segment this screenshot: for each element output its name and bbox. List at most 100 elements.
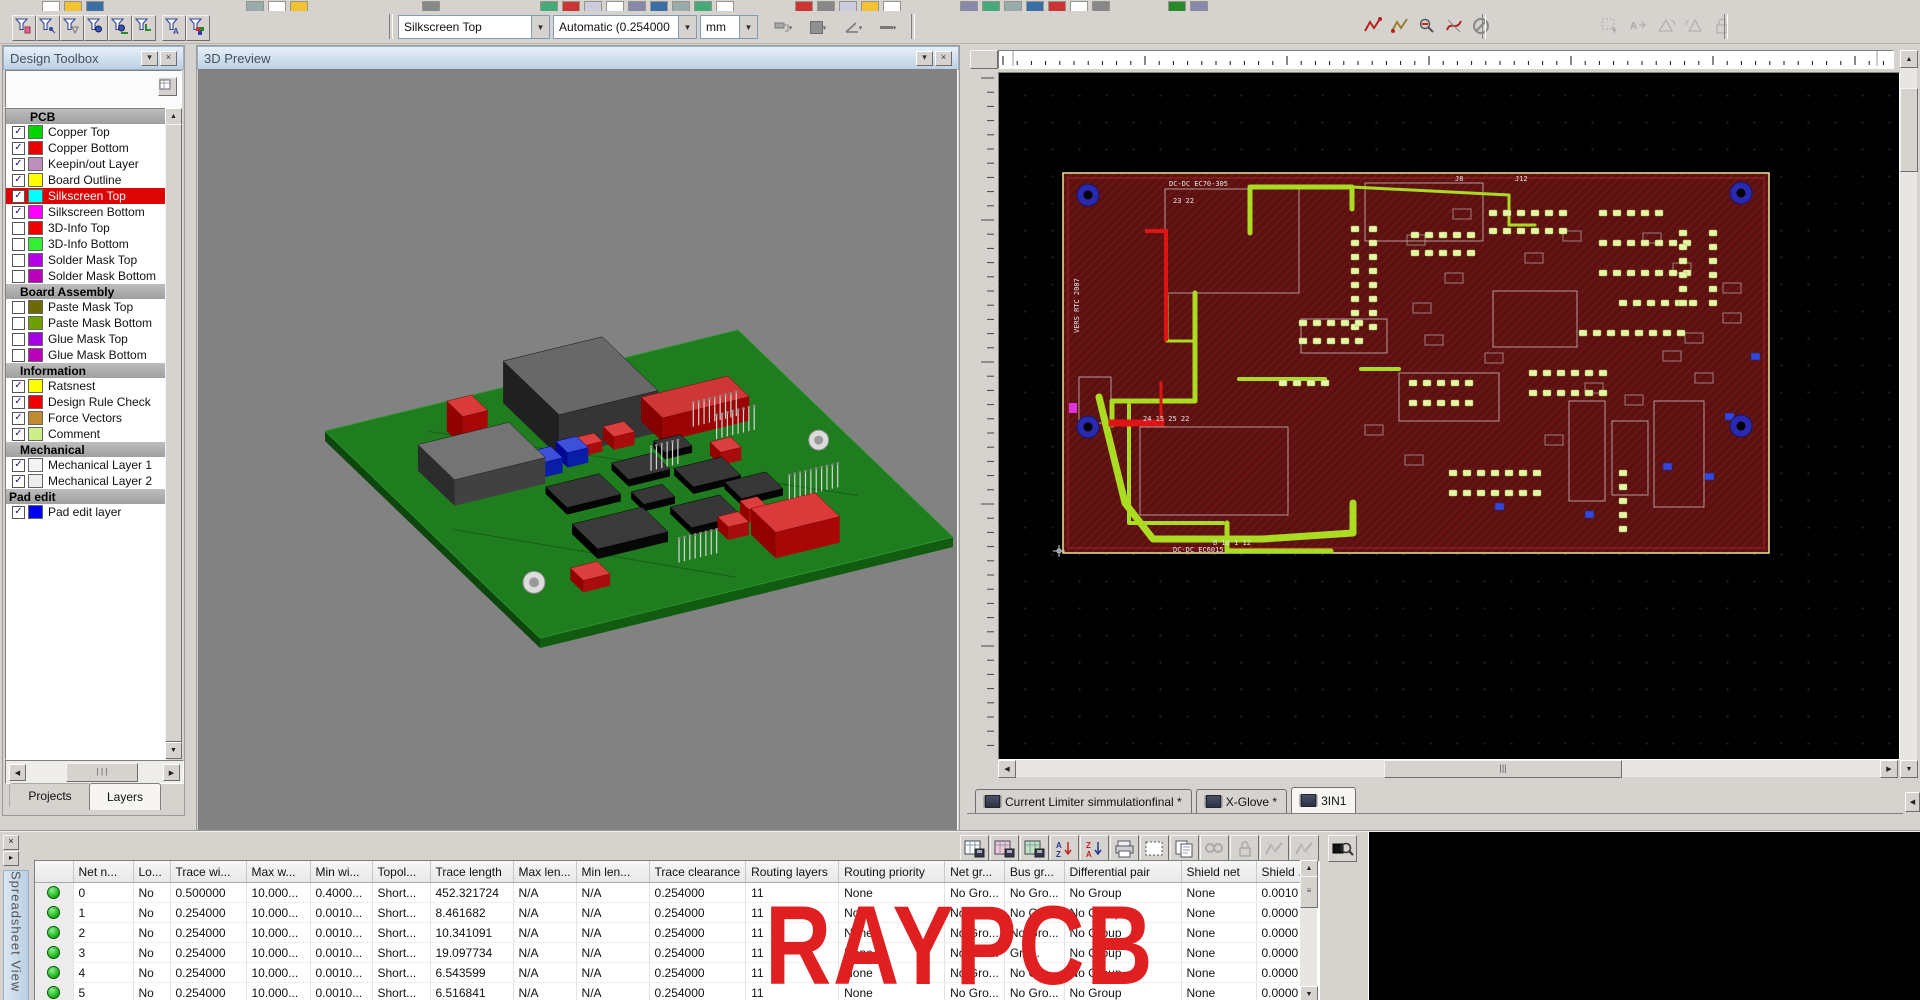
toolbar-icon-stub[interactable]	[817, 1, 835, 11]
table-cell[interactable]: 0.254000	[649, 883, 746, 903]
route-disable-icon[interactable]	[1468, 13, 1494, 39]
table-cell[interactable]: 11	[746, 963, 839, 983]
table-cell[interactable]: No	[133, 883, 170, 903]
tab-scroll-left-icon[interactable]: ◀	[1905, 792, 1920, 812]
toolbar-icon-stub[interactable]	[716, 1, 734, 11]
scroll-up-icon[interactable]: ▲	[1300, 860, 1318, 877]
select-region-button[interactable]	[1140, 835, 1169, 862]
table-row[interactable]: 4No0.25400010.000...0.0010...Short...6.5…	[35, 963, 1311, 983]
hscroll-thumb[interactable]: |||	[1384, 760, 1622, 778]
table-cell[interactable]: 0.254000	[170, 903, 246, 923]
table-column-header[interactable]: Bus gr...	[1004, 861, 1064, 883]
table-cell[interactable]: Short...	[372, 923, 430, 943]
toolbar-icon-stub[interactable]	[1048, 1, 1066, 11]
table-cell[interactable]: No Group	[1064, 923, 1181, 943]
table-cell[interactable]: 0.254000	[170, 943, 246, 963]
layer-row[interactable]: ✓Copper Bottom	[6, 140, 166, 156]
layer-visibility-checkbox[interactable]: ✓	[12, 396, 25, 409]
table-cell[interactable]: No Group	[1064, 963, 1181, 983]
table-cell[interactable]: Short...	[372, 883, 430, 903]
table-cell[interactable]: 0.0010...	[310, 903, 372, 923]
table-cell[interactable]: 11	[746, 923, 839, 943]
toolbar-icon-stub[interactable]	[982, 1, 1000, 11]
table-column-header[interactable]: Lo...	[133, 861, 170, 883]
table-cell[interactable]: No Gro...	[1004, 983, 1064, 1000]
chevron-down-icon[interactable]: ▼	[739, 16, 757, 38]
select-region-icon[interactable]	[1596, 13, 1623, 39]
lock-button[interactable]	[1230, 835, 1259, 862]
toolbar-icon-stub[interactable]	[1004, 1, 1022, 11]
layer-visibility-checkbox[interactable]	[12, 270, 25, 283]
toolbar-icon-stub[interactable]	[628, 1, 646, 11]
filter-button-2[interactable]	[36, 15, 60, 41]
vscroll-thumb[interactable]	[165, 124, 182, 742]
table-cell[interactable]: No Gro...	[945, 883, 1005, 903]
table-cell[interactable]: N/A	[576, 883, 649, 903]
table-cell[interactable]: 0.254000	[649, 923, 746, 943]
layer-visibility-checkbox[interactable]: ✓	[12, 126, 25, 139]
table-cell[interactable]: No	[133, 963, 170, 983]
table-cell[interactable]: 0.254000	[649, 963, 746, 983]
toolbar-icon-stub[interactable]	[64, 1, 82, 11]
layer-row[interactable]: Solder Mask Top	[6, 252, 166, 268]
scroll-up-icon[interactable]: ▲	[165, 108, 182, 125]
toolbar-icon-stub[interactable]	[290, 1, 308, 11]
table-cell[interactable]: Short...	[372, 983, 430, 1000]
table-cell[interactable]: N/A	[576, 983, 649, 1000]
table-cell[interactable]: 11	[746, 903, 839, 923]
layer-visibility-checkbox[interactable]: ✓	[12, 142, 25, 155]
layer-visibility-checkbox[interactable]: ✓	[12, 506, 25, 519]
route-tear-icon[interactable]	[1441, 13, 1467, 39]
nets-table[interactable]: Net n...Lo...Trace wi...Max w...Min wi..…	[35, 861, 1311, 1000]
table-row[interactable]: 5No0.25400010.000...0.0010...Short...6.5…	[35, 983, 1311, 1000]
table-cell[interactable]: No	[133, 983, 170, 1000]
auto-route-icon[interactable]	[1360, 13, 1386, 39]
table-column-header[interactable]: Max len...	[513, 861, 576, 883]
layer-row[interactable]: Glue Mask Top	[6, 331, 166, 347]
table-cell[interactable]: 0.254000	[170, 983, 246, 1000]
editor-vscrollbar[interactable]: ▲ ▼	[1900, 50, 1917, 777]
rotate-cw-icon[interactable]	[1652, 13, 1679, 39]
table-column-header[interactable]: Trace length	[430, 861, 513, 883]
layer-visibility-checkbox[interactable]	[12, 238, 25, 251]
sheet-tab-3[interactable]: 3IN1	[1291, 787, 1356, 813]
layer-visibility-checkbox[interactable]	[12, 222, 25, 235]
table-cell[interactable]: 0.254000	[649, 903, 746, 923]
table-cell[interactable]: No Group	[1064, 903, 1181, 923]
layer-row[interactable]: ✓Board Outline	[6, 172, 166, 188]
table-cell[interactable]: No Gro...	[945, 943, 1005, 963]
table-cell[interactable]: No Gro...	[1004, 963, 1064, 983]
table-cell[interactable]: 0.500000	[170, 883, 246, 903]
layer-row[interactable]: ✓Pad edit layer	[6, 504, 166, 520]
toolbar-icon-stub[interactable]	[246, 1, 264, 11]
layer-visibility-checkbox[interactable]: ✓	[12, 206, 25, 219]
toolbox-options-button[interactable]	[158, 77, 177, 96]
layer-visibility-checkbox[interactable]: ✓	[12, 459, 25, 472]
table-cell[interactable]: None	[1181, 943, 1256, 963]
layer-row[interactable]: 3D-Info Top	[6, 220, 166, 236]
layer-visibility-checkbox[interactable]: ✓	[12, 380, 25, 393]
vscroll-thumb[interactable]: ≡	[1300, 876, 1318, 908]
toolbox-tab-layers[interactable]: Layers	[89, 783, 161, 810]
table-cell[interactable]: No	[133, 943, 170, 963]
table-cell[interactable]: 10.000...	[246, 923, 310, 943]
route-inspect-icon[interactable]	[1414, 13, 1440, 39]
table-row[interactable]: 3No0.25400010.000...0.0010...Short...19.…	[35, 943, 1311, 963]
sheet-tab-2[interactable]: X-Glove *	[1196, 789, 1287, 813]
table-column-header[interactable]: Trace wi...	[170, 861, 246, 883]
table-cell[interactable]: 2	[73, 923, 133, 943]
table-cell[interactable]: No Gro...	[945, 983, 1005, 1000]
export-table-button[interactable]	[960, 835, 989, 862]
table-cell[interactable]: No Gro...	[945, 963, 1005, 983]
chevron-down-icon[interactable]: ▼	[678, 16, 696, 38]
table-cell[interactable]: None	[1181, 923, 1256, 943]
scroll-left-icon[interactable]: ◀	[9, 764, 26, 781]
table-cell[interactable]: 5	[73, 983, 133, 1000]
expand-dock-button[interactable]: ▸	[3, 851, 19, 866]
layer-row[interactable]: Solder Mask Bottom	[6, 268, 166, 284]
layer-visibility-checkbox[interactable]: ✓	[12, 174, 25, 187]
table-column-header[interactable]: Trace clearance	[649, 861, 746, 883]
table-cell[interactable]: None	[1181, 983, 1256, 1000]
route-tool-disabled-button[interactable]	[1260, 835, 1289, 862]
scroll-down-icon[interactable]: ▼	[1300, 986, 1318, 1000]
